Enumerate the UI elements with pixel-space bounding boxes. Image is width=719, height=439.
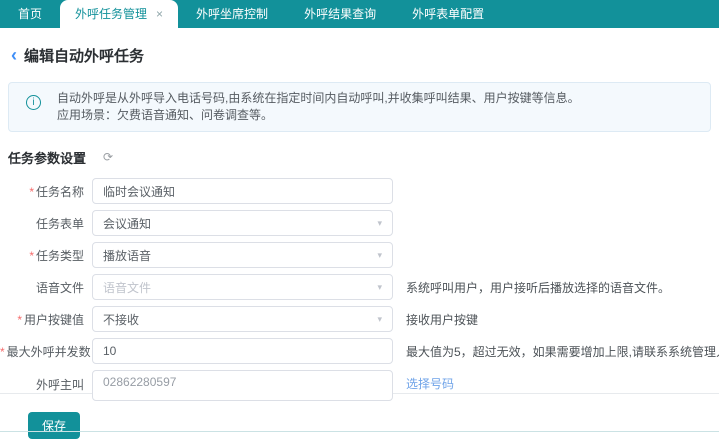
user-key-hint: 接收用户按键: [406, 311, 478, 328]
chevron-down-icon: ▾: [377, 219, 382, 228]
max-concurrency-hint: 最大值为5，超过无效，如果需要增加上限,请联系系统管理人员。: [406, 343, 719, 360]
section-header: 任务参数设置 ⟳: [8, 148, 719, 166]
task-params-form: *任务名称 任务表单 会议通知 ▾ *任务类型 播放语音 ▾ 语音文件 语音文件…: [0, 178, 719, 401]
caller-number-input[interactable]: [92, 370, 393, 401]
chevron-down-icon: ▾: [377, 283, 382, 292]
task-form-select[interactable]: 会议通知 ▾: [92, 210, 393, 236]
page-bottom-divider: [0, 431, 719, 432]
tab-home[interactable]: 首页: [0, 0, 60, 28]
voice-file-select[interactable]: 语音文件 ▾: [92, 274, 393, 300]
field-label: *任务类型: [0, 247, 92, 264]
form-row-task-form: 任务表单 会议通知 ▾: [0, 210, 719, 236]
tab-outbound-result-query[interactable]: 外呼结果查询: [286, 0, 394, 28]
voice-file-hint: 系统呼叫用户，用户接听后播放选择的语音文件。: [406, 279, 670, 296]
required-mark: *: [17, 313, 22, 327]
select-value: 播放语音: [103, 247, 151, 264]
tab-label: 外呼任务管理: [75, 0, 147, 28]
section-title: 任务参数设置: [8, 148, 86, 167]
form-row-max-concurrency: *最大外呼并发数 最大值为5，超过无效，如果需要增加上限,请联系系统管理人员。: [0, 338, 719, 364]
form-row-user-key: *用户按键值 不接收 ▾ 接收用户按键: [0, 306, 719, 332]
notice-line-1: 自动外呼是从外呼导入电话号码,由系统在指定时间内自动呼叫,并收集呼叫结果、用户按…: [57, 90, 698, 107]
user-key-select[interactable]: 不接收 ▾: [92, 306, 393, 332]
required-mark: *: [0, 345, 5, 359]
close-icon[interactable]: ×: [156, 8, 163, 20]
tab-outbound-task-management[interactable]: 外呼任务管理 ×: [60, 0, 178, 28]
field-label: 任务表单: [0, 215, 92, 232]
notice-box: i 自动外呼是从外呼导入电话号码,由系统在指定时间内自动呼叫,并收集呼叫结果、用…: [8, 82, 711, 132]
select-value: 不接收: [103, 311, 139, 328]
field-label: 外呼主叫: [0, 376, 92, 393]
refresh-icon[interactable]: ⟳: [103, 150, 113, 164]
tab-outbound-agent-control[interactable]: 外呼坐席控制: [178, 0, 286, 28]
notice-line-2: 应用场景：欠费语音通知、问卷调查等。: [57, 107, 698, 124]
task-type-select[interactable]: 播放语音 ▾: [92, 242, 393, 268]
task-name-input[interactable]: [92, 178, 393, 204]
required-mark: *: [29, 249, 34, 263]
form-row-voice-file: 语音文件 语音文件 ▾ 系统呼叫用户，用户接听后播放选择的语音文件。: [0, 274, 719, 300]
max-concurrency-input[interactable]: [92, 338, 393, 364]
field-label: 语音文件: [0, 279, 92, 296]
choose-number-link[interactable]: 选择号码: [406, 375, 454, 392]
form-row-task-name: *任务名称: [0, 178, 719, 204]
page-title: 编辑自动外呼任务: [24, 45, 144, 66]
select-placeholder: 语音文件: [103, 279, 151, 296]
back-icon[interactable]: ‹: [11, 46, 17, 64]
chevron-down-icon: ▾: [377, 315, 382, 324]
field-label: *最大外呼并发数: [0, 343, 92, 360]
tab-outbound-form-config[interactable]: 外呼表单配置: [394, 0, 502, 28]
select-value: 会议通知: [103, 215, 151, 232]
chevron-down-icon: ▾: [377, 251, 382, 260]
field-label: *用户按键值: [0, 311, 92, 328]
field-label: *任务名称: [0, 183, 92, 200]
info-icon: i: [26, 95, 41, 110]
form-row-task-type: *任务类型 播放语音 ▾: [0, 242, 719, 268]
page-header: ‹ 编辑自动外呼任务: [0, 28, 719, 65]
form-row-caller-number: 外呼主叫 选择号码: [0, 370, 719, 401]
required-mark: *: [29, 185, 34, 199]
top-nav-tabs: 首页 外呼任务管理 × 外呼坐席控制 外呼结果查询 外呼表单配置: [0, 0, 719, 28]
